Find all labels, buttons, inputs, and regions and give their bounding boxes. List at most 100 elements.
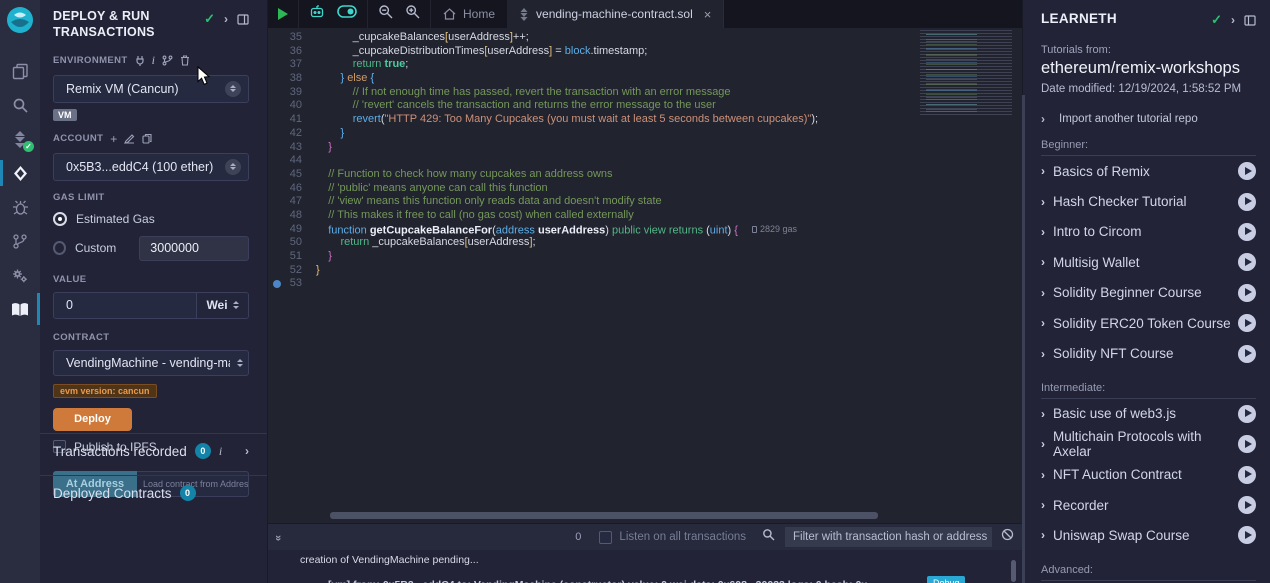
debugger-icon[interactable] xyxy=(0,190,40,224)
gutter[interactable] xyxy=(268,113,286,127)
value-unit-select[interactable]: Wei xyxy=(196,293,248,318)
code-editor[interactable]: 35 _cupcakeBalances[userAddress]++;36 _c… xyxy=(268,28,1022,523)
zoom-out-icon[interactable] xyxy=(378,4,393,24)
chevron-right-icon[interactable]: › xyxy=(1041,316,1045,330)
code-line[interactable]: 40 // 'revert' cancels the transaction a… xyxy=(268,99,1022,113)
minimap[interactable] xyxy=(920,30,1012,116)
ai-toggle-icon[interactable] xyxy=(337,5,357,23)
play-tutorial-button[interactable] xyxy=(1238,162,1256,180)
deploy-and-run-icon[interactable] xyxy=(0,156,40,190)
value-input[interactable]: 0 xyxy=(54,293,196,318)
chevron-right-icon[interactable]: › xyxy=(1041,195,1045,209)
code-line[interactable]: 47 // 'view' means this function only re… xyxy=(268,195,1022,209)
zoom-in-icon[interactable] xyxy=(405,4,420,24)
ai-assistant-icon[interactable] xyxy=(309,4,325,24)
tutorial-item[interactable]: ›Solidity ERC20 Token Course xyxy=(1041,308,1256,338)
chevron-right-icon[interactable]: › xyxy=(1041,498,1045,512)
code-line[interactable]: 50 return _cupcakeBalances[userAddress]; xyxy=(268,236,1022,250)
tutorial-item[interactable]: ›Basics of Remix xyxy=(1041,156,1256,186)
plugin-plug-icon[interactable] xyxy=(135,55,145,66)
code-line[interactable]: 48 // This makes it free to call (no gas… xyxy=(268,209,1022,223)
gutter[interactable] xyxy=(268,264,286,278)
fork-environment-icon[interactable] xyxy=(162,55,173,66)
delete-environment-icon[interactable] xyxy=(180,55,190,66)
transactions-info-icon[interactable]: i xyxy=(219,444,222,459)
tab-home[interactable]: Home xyxy=(431,0,507,28)
account-select[interactable]: 0x5B3...eddC4 (100 ether) xyxy=(53,153,249,181)
import-tutorial-repo[interactable]: › Import another tutorial repo xyxy=(1041,112,1256,126)
settings-icon[interactable] xyxy=(0,258,40,292)
play-tutorial-button[interactable] xyxy=(1238,435,1256,453)
search-icon[interactable] xyxy=(0,88,40,122)
code-line[interactable]: 36 _cupcakeDistributionTimes[userAddress… xyxy=(268,45,1022,59)
chevron-right-icon[interactable]: › xyxy=(1041,164,1045,178)
tutorial-item[interactable]: ›Basic use of web3.js xyxy=(1041,399,1256,429)
code-line[interactable]: 49 function getCupcakeBalanceFor(address… xyxy=(268,223,1022,237)
learneth-pin-icon[interactable] xyxy=(1244,15,1256,26)
gutter[interactable] xyxy=(268,127,286,141)
play-tutorial-button[interactable] xyxy=(1238,526,1256,544)
play-tutorial-button[interactable] xyxy=(1238,466,1256,484)
gutter[interactable] xyxy=(268,72,286,86)
debug-button[interactable]: Debug xyxy=(927,576,965,583)
code-line[interactable]: 51 } xyxy=(268,250,1022,264)
terminal-filter-input[interactable]: Filter with transaction hash or address xyxy=(785,527,992,547)
code-line[interactable]: 45 // Function to check how many cupcake… xyxy=(268,168,1022,182)
code-line[interactable]: 37 return true; xyxy=(268,58,1022,72)
gutter[interactable] xyxy=(268,154,286,168)
gutter[interactable] xyxy=(268,250,286,264)
remix-logo-icon[interactable] xyxy=(0,0,40,40)
transactions-expand-icon[interactable]: › xyxy=(245,444,249,458)
tutorial-item[interactable]: ›NFT Auction Contract xyxy=(1041,460,1256,490)
play-tutorial-button[interactable] xyxy=(1238,253,1256,271)
sign-message-icon[interactable] xyxy=(124,133,135,144)
terminal-search-icon[interactable] xyxy=(762,528,775,546)
code-line[interactable]: 52} xyxy=(268,264,1022,278)
tutorial-item[interactable]: ›Multisig Wallet xyxy=(1041,247,1256,277)
gutter[interactable] xyxy=(268,58,286,72)
git-icon[interactable] xyxy=(0,224,40,258)
play-tutorial-button[interactable] xyxy=(1238,496,1256,514)
gutter[interactable] xyxy=(268,209,286,223)
clear-terminal-icon[interactable] xyxy=(1001,528,1014,546)
chevron-right-icon[interactable]: › xyxy=(1041,347,1045,361)
terminal-scrollbar[interactable] xyxy=(1011,560,1016,582)
gutter[interactable] xyxy=(268,182,286,196)
play-tutorial-button[interactable] xyxy=(1238,223,1256,241)
learneth-expand-icon[interactable]: › xyxy=(1231,13,1235,27)
gutter[interactable] xyxy=(268,31,286,45)
horizontal-scrollbar[interactable] xyxy=(330,512,878,519)
contract-select[interactable]: VendingMachine - vending-machin xyxy=(53,350,249,376)
tutorial-item[interactable]: ›Multichain Protocols with Axelar xyxy=(1041,429,1256,459)
gutter[interactable] xyxy=(268,195,286,209)
breakpoint-dot[interactable] xyxy=(268,277,286,291)
code-line[interactable]: 42 } xyxy=(268,127,1022,141)
chevron-right-icon[interactable]: › xyxy=(1041,225,1045,239)
tab-vending-machine-contract[interactable]: vending-machine-contract.sol × xyxy=(507,0,724,28)
add-account-icon[interactable]: + xyxy=(110,132,117,146)
play-tutorial-button[interactable] xyxy=(1238,193,1256,211)
code-line[interactable]: 43 } xyxy=(268,141,1022,155)
chevron-right-icon[interactable]: › xyxy=(1041,437,1045,451)
panel-expand-icon[interactable]: › xyxy=(224,12,228,26)
chevron-right-icon[interactable]: › xyxy=(1041,407,1045,421)
gutter[interactable] xyxy=(268,141,286,155)
gutter[interactable] xyxy=(268,236,286,250)
play-tutorial-button[interactable] xyxy=(1238,284,1256,302)
code-line[interactable]: 35 _cupcakeBalances[userAddress]++; xyxy=(268,31,1022,45)
chevron-right-icon[interactable]: › xyxy=(1041,286,1045,300)
custom-gas-radio[interactable] xyxy=(53,241,66,255)
tutorial-item[interactable]: ›Intro to Circom xyxy=(1041,217,1256,247)
code-line[interactable]: 41 revert("HTTP 429: Too Many Cupcakes (… xyxy=(268,113,1022,127)
play-tutorial-button[interactable] xyxy=(1238,314,1256,332)
run-script-icon[interactable] xyxy=(278,8,288,20)
environment-info-icon[interactable]: i xyxy=(152,53,155,68)
chevron-right-icon[interactable]: › xyxy=(1041,468,1045,482)
environment-select[interactable]: Remix VM (Cancun) xyxy=(53,75,249,103)
code-line[interactable]: 39 // If not enough time has passed, rev… xyxy=(268,86,1022,100)
gutter[interactable] xyxy=(268,45,286,59)
close-tab-icon[interactable]: × xyxy=(704,7,712,22)
custom-gas-input[interactable]: 3000000 xyxy=(139,236,249,261)
listen-all-transactions-checkbox[interactable] xyxy=(599,531,612,544)
chevron-right-icon[interactable]: › xyxy=(1041,255,1045,269)
